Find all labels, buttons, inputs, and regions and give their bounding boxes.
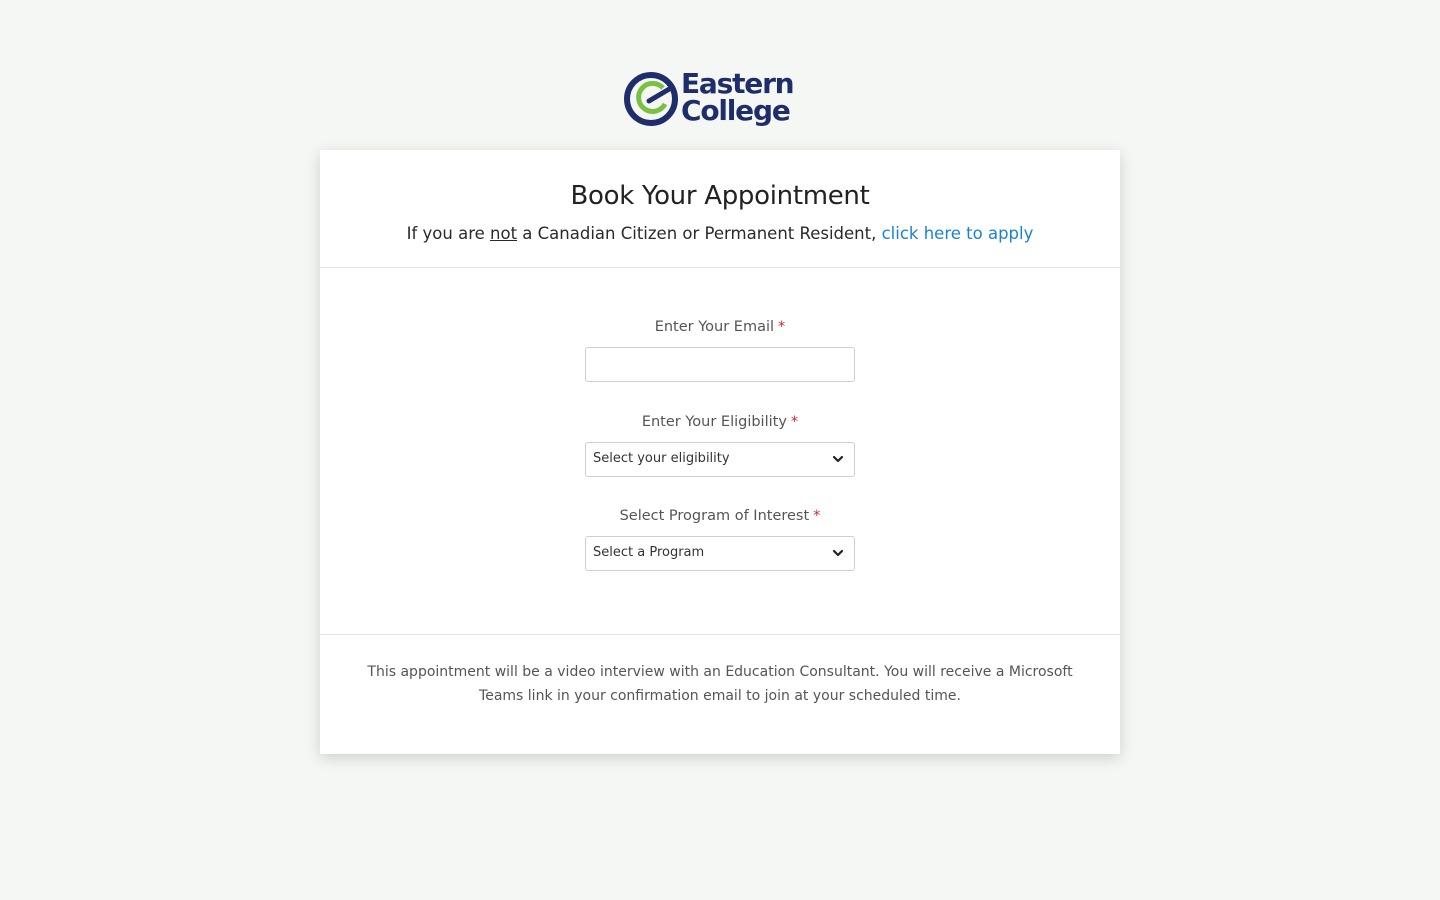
program-select-value: Select a Program xyxy=(593,545,705,560)
subtitle: If you are not a Canadian Citizen or Per… xyxy=(320,223,1120,245)
chevron-down-icon xyxy=(832,455,844,463)
eligibility-label-text: Enter Your Eligibility xyxy=(641,414,787,430)
logo-line-college: College xyxy=(681,94,791,127)
form-body: Enter Your Email * Enter Your Eligibility… xyxy=(320,268,1120,635)
card-footer: This appointment will be a video intervi… xyxy=(320,635,1120,708)
page-title: Book Your Appointment xyxy=(570,181,870,211)
subtitle-suffix: a Canadian Citizen or Permanent Resident… xyxy=(517,224,882,243)
appointment-card: Book Your Appointment If you are not a C… xyxy=(320,150,1120,754)
appointment-note: This appointment will be a video intervi… xyxy=(367,664,1073,704)
program-label: Select Program of Interest * xyxy=(585,506,855,526)
apply-link[interactable]: click here to apply xyxy=(882,224,1034,243)
logo-wordmark: Eastern College xyxy=(681,67,795,127)
eastern-college-logo-icon xyxy=(624,72,678,126)
email-label: Enter Your Email * xyxy=(585,317,855,337)
required-mark: * xyxy=(813,508,821,524)
eligibility-select-value: Select your eligibility xyxy=(593,451,730,466)
email-input[interactable] xyxy=(585,347,855,382)
subtitle-prefix: If you are xyxy=(406,224,491,243)
logo-line-eastern: Eastern xyxy=(681,67,795,100)
email-group: Enter Your Email * xyxy=(585,317,855,382)
eligibility-group: Enter Your Eligibility * Select your elig… xyxy=(585,412,855,477)
required-mark: * xyxy=(790,414,799,430)
eastern-college-logo: Eastern College xyxy=(623,68,823,134)
chevron-down-icon xyxy=(832,549,844,557)
eligibility-select[interactable]: Select your eligibility xyxy=(585,442,855,477)
required-mark: * xyxy=(778,319,786,335)
program-select[interactable]: Select a Program xyxy=(585,536,855,571)
program-group: Select Program of Interest * Select a Pro… xyxy=(585,506,855,571)
subtitle-not: not xyxy=(490,224,518,243)
eligibility-label: Enter Your Eligibility * xyxy=(585,412,855,432)
email-label-text: Enter Your Email xyxy=(654,319,775,335)
card-header: Book Your Appointment If you are not a C… xyxy=(320,150,1120,268)
program-label-text: Select Program of Interest xyxy=(619,508,810,524)
